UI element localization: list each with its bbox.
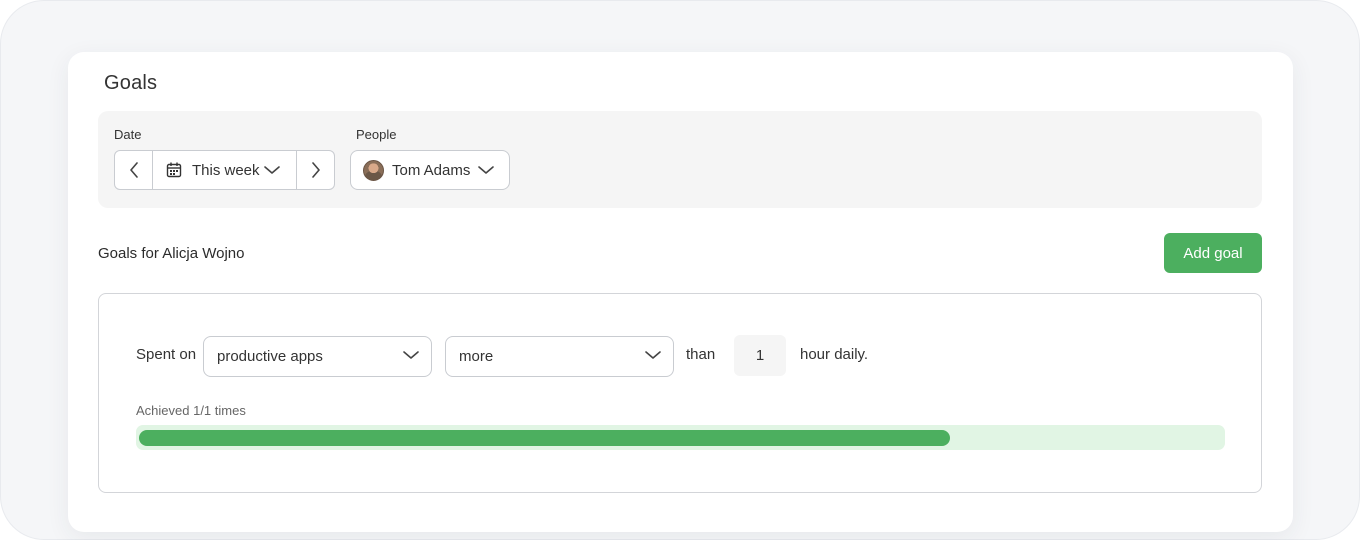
- goals-card: Goals Date This week People Tom Adams Go…: [68, 52, 1293, 532]
- progress-track: [136, 425, 1225, 450]
- add-goal-button[interactable]: Add goal: [1164, 233, 1262, 273]
- people-label: People: [356, 127, 397, 142]
- date-label: Date: [114, 127, 142, 142]
- chevron-down-icon: [645, 351, 661, 359]
- goal-than-text: than: [686, 346, 716, 363]
- goal-hours-input[interactable]: [734, 335, 786, 376]
- page-title: Goals: [104, 72, 158, 94]
- avatar: [363, 159, 384, 181]
- next-period-button[interactable]: [296, 151, 334, 189]
- achieved-text: Achieved 1/1 times: [136, 403, 246, 418]
- filter-bar: Date This week People Tom Adams: [98, 111, 1262, 208]
- date-picker: This week: [114, 150, 335, 190]
- chevron-left-icon: [129, 162, 138, 178]
- goal-target-select[interactable]: productive apps: [203, 336, 432, 377]
- goal-comparison-select[interactable]: more: [445, 336, 674, 377]
- goal-card: Spent on productive apps more than hour …: [98, 293, 1262, 493]
- goal-prefix: Spent on: [136, 346, 197, 363]
- chevron-down-icon: [478, 166, 495, 174]
- goal-target-value: productive apps: [217, 348, 323, 365]
- date-range-dropdown[interactable]: This week: [153, 151, 296, 189]
- goals-section-title: Goals for Alicja Wojno: [98, 245, 245, 262]
- people-value: Tom Adams: [392, 161, 471, 179]
- previous-period-button[interactable]: [115, 151, 153, 189]
- date-range-value: This week: [192, 161, 260, 179]
- progress-fill: [139, 430, 950, 446]
- goal-suffix: hour daily.: [800, 346, 869, 363]
- chevron-right-icon: [311, 162, 320, 178]
- calendar-icon: [166, 162, 182, 178]
- goal-comparison-value: more: [459, 348, 494, 365]
- chevron-down-icon: [263, 166, 280, 174]
- chevron-down-icon: [403, 351, 419, 359]
- people-dropdown[interactable]: Tom Adams: [350, 150, 510, 190]
- app-frame: Goals Date This week People Tom Adams Go…: [0, 0, 1360, 540]
